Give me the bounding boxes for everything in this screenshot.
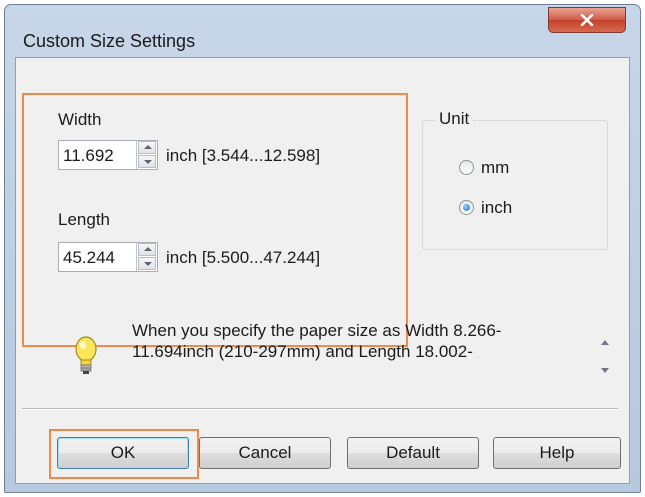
custom-size-dialog: Custom Size Settings Width 11.692 inch [… bbox=[4, 4, 641, 493]
length-label: Length bbox=[58, 210, 110, 229]
length-decrement-button[interactable] bbox=[138, 257, 156, 270]
cancel-button[interactable]: Cancel bbox=[199, 437, 331, 469]
scroll-up-icon[interactable] bbox=[601, 340, 609, 345]
dialog-body: Width 11.692 inch [3.544...12.598] Lengt… bbox=[15, 57, 630, 484]
title-bar[interactable]: Custom Size Settings bbox=[5, 5, 640, 57]
arrow-up-icon bbox=[144, 247, 152, 251]
unit-group: Unit mm inch bbox=[422, 109, 608, 250]
close-button[interactable] bbox=[548, 7, 626, 33]
width-input[interactable]: 11.692 bbox=[63, 146, 114, 166]
unit-legend: Unit bbox=[435, 109, 474, 129]
help-button[interactable]: Help bbox=[493, 437, 621, 469]
divider bbox=[22, 408, 618, 410]
width-range: inch [3.544...12.598] bbox=[166, 146, 321, 165]
arrow-down-icon bbox=[144, 262, 152, 266]
info-line-2: 11.694inch (210-297mm) and Length 18.002… bbox=[132, 342, 473, 361]
arrow-up-icon bbox=[144, 145, 152, 149]
scroll-down-icon[interactable] bbox=[601, 368, 609, 373]
info-text: When you specify the paper size as Width… bbox=[74, 320, 594, 380]
length-input[interactable]: 45.244 bbox=[63, 248, 115, 268]
close-icon bbox=[580, 14, 594, 26]
dialog-title: Custom Size Settings bbox=[23, 31, 196, 51]
width-label: Width bbox=[58, 110, 102, 129]
unit-inch-label[interactable]: inch bbox=[481, 198, 512, 218]
unit-inch-radio[interactable] bbox=[459, 200, 474, 215]
width-increment-button[interactable] bbox=[138, 141, 156, 154]
width-spinner[interactable]: 11.692 bbox=[58, 140, 158, 170]
length-range: inch [5.500...47.244] bbox=[166, 248, 321, 267]
length-spinner[interactable]: 45.244 bbox=[58, 242, 158, 272]
unit-mm-radio[interactable] bbox=[459, 160, 474, 175]
length-increment-button[interactable] bbox=[138, 243, 156, 256]
width-decrement-button[interactable] bbox=[138, 155, 156, 168]
info-line-1: When you specify the paper size as Width… bbox=[132, 321, 502, 340]
ok-button[interactable]: OK bbox=[57, 437, 189, 469]
default-button[interactable]: Default bbox=[347, 437, 479, 469]
unit-mm-label[interactable]: mm bbox=[481, 158, 509, 178]
arrow-down-icon bbox=[144, 160, 152, 164]
